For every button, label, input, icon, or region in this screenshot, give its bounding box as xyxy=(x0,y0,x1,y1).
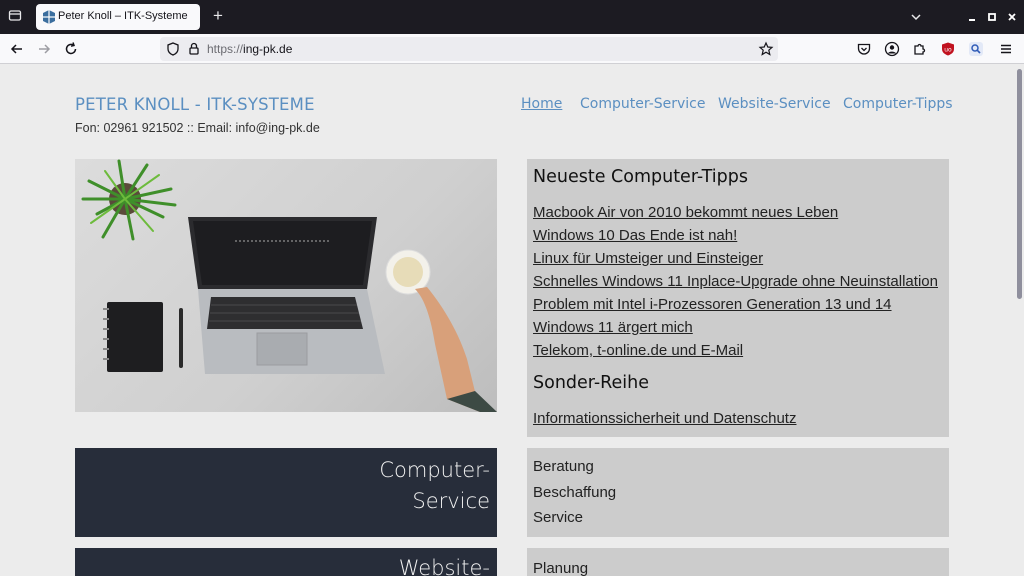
new-tab-icon[interactable]: + xyxy=(209,7,227,25)
pocket-icon[interactable] xyxy=(856,41,872,57)
nav-website-service[interactable]: Website-Service xyxy=(718,96,831,112)
website-service-list: Planung xyxy=(533,556,588,576)
tip-link[interactable]: Schnelles Windows 11 Inplace-Upgrade ohn… xyxy=(533,270,938,293)
tip-link[interactable]: Windows 11 ärgert mich xyxy=(533,316,938,339)
forward-icon[interactable] xyxy=(35,40,53,58)
tips-heading: Neueste Computer-Tipps xyxy=(533,167,748,187)
tab-list-chevron-icon[interactable] xyxy=(908,9,924,25)
tab-title: Peter Knoll – ITK-Systeme xyxy=(58,10,188,22)
special-series-heading: Sonder-Reihe xyxy=(533,373,650,393)
ublock-icon[interactable]: uo xyxy=(940,41,956,57)
computer-service-title-line2: Service xyxy=(412,489,490,513)
computer-service-list: Beratung Beschaffung Service xyxy=(533,454,616,531)
back-icon[interactable] xyxy=(8,40,26,58)
bookmark-star-icon[interactable] xyxy=(758,41,774,57)
page-scrollbar[interactable] xyxy=(1014,65,1024,576)
web-page: PETER KNOLL - ITK-SYSTEME Fon: 02961 921… xyxy=(0,65,1014,576)
special-series-list: Informationssicherheit und Datenschutz xyxy=(533,407,796,430)
site-title[interactable]: PETER KNOLL - ITK-SYSTEME xyxy=(75,95,315,114)
hero-image xyxy=(75,159,497,412)
list-item: Beratung xyxy=(533,458,594,475)
list-item: Service xyxy=(533,509,584,526)
navigation-toolbar: https://ing-pk.de uo xyxy=(0,34,1024,64)
list-item: Beschaffung xyxy=(533,483,617,501)
close-icon[interactable] xyxy=(1004,9,1020,25)
tip-link[interactable]: Macbook Air von 2010 bekommt neues Leben xyxy=(533,201,938,224)
favicon-icon xyxy=(42,10,56,24)
tab-list-icon[interactable] xyxy=(6,8,24,26)
tip-link[interactable]: Windows 10 Das Ende ist nah! xyxy=(533,224,938,247)
site-contact: Fon: 02961 921502 :: Email: info@ing-pk.… xyxy=(75,121,320,135)
maximize-icon[interactable] xyxy=(984,9,1000,25)
computer-service-panel: Beratung Beschaffung Service xyxy=(527,448,949,537)
tips-panel: Neueste Computer-Tipps Macbook Air von 2… xyxy=(527,159,949,437)
minimize-icon[interactable] xyxy=(964,9,980,25)
website-service-box[interactable]: Website- xyxy=(75,548,497,576)
search-extension-icon[interactable] xyxy=(968,41,984,57)
website-service-title-line1: Website- xyxy=(398,556,490,576)
tab-bar: Peter Knoll – ITK-Systeme + xyxy=(0,0,1024,34)
tip-link[interactable]: Telekom, t-online.de und E-Mail xyxy=(533,339,938,362)
nav-home[interactable]: Home xyxy=(521,96,562,112)
tips-list: Macbook Air von 2010 bekommt neues Leben… xyxy=(533,201,938,362)
nav-computer-service[interactable]: Computer-Service xyxy=(580,96,706,112)
active-tab[interactable]: Peter Knoll – ITK-Systeme xyxy=(36,4,200,30)
tip-link[interactable]: Problem mit Intel i-Prozessoren Generati… xyxy=(533,293,938,316)
website-service-panel: Planung xyxy=(527,548,949,576)
menu-icon[interactable] xyxy=(998,41,1014,57)
extensions-icon[interactable] xyxy=(912,41,928,57)
computer-service-box[interactable]: Computer- Service xyxy=(75,448,497,537)
url-text: https://ing-pk.de xyxy=(207,42,293,56)
scrollbar-thumb[interactable] xyxy=(1017,69,1022,299)
nav-computer-tipps[interactable]: Computer-Tipps xyxy=(843,96,953,112)
reload-icon[interactable] xyxy=(62,40,80,58)
url-bar[interactable]: https://ing-pk.de xyxy=(160,37,778,61)
shield-icon[interactable] xyxy=(165,41,181,57)
tip-link[interactable]: Linux für Umsteiger und Einsteiger xyxy=(533,247,938,270)
plant-icon xyxy=(81,159,177,241)
desk-laptop-illustration xyxy=(81,159,497,412)
special-series-link[interactable]: Informationssicherheit und Datenschutz xyxy=(533,407,796,430)
svg-text:uo: uo xyxy=(944,47,952,54)
computer-service-title-line1: Computer- xyxy=(379,458,490,482)
lock-icon[interactable] xyxy=(186,41,202,57)
list-item: Planung xyxy=(533,560,589,576)
account-icon[interactable] xyxy=(884,41,900,57)
